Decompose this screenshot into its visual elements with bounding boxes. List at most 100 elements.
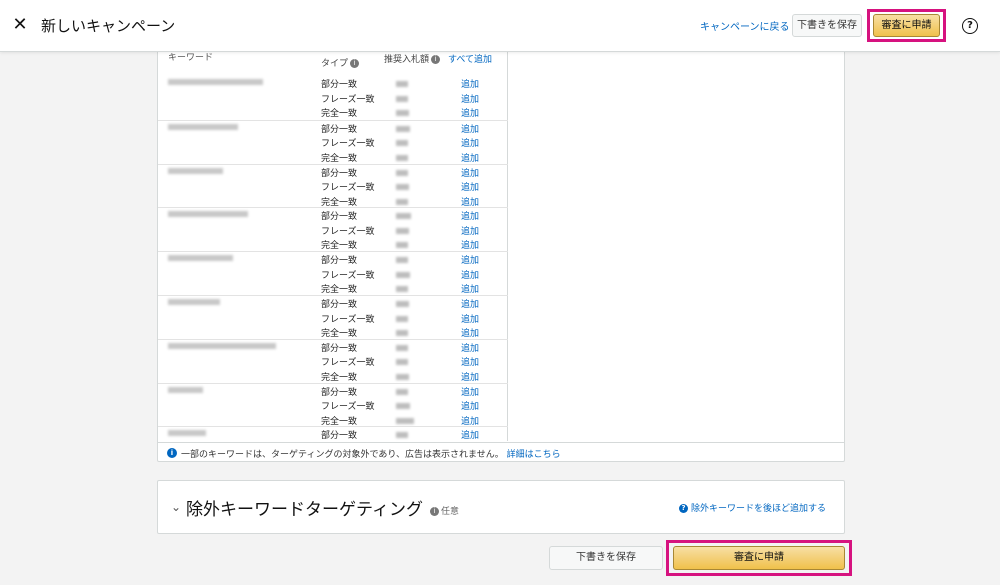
notice-bar: i 一部のキーワードは、ターゲティングの対象外であり、広告は表示されません。 詳… [158,442,844,462]
suggested-bid-blurred [396,286,408,293]
add-later-text[interactable]: 除外キーワードを後ほど追加する [691,504,826,514]
keyword-panel: キーワード タイプ i 推奨入札額 i すべて追加 部分一致 追加 フレーズ一致 追加 完全… [157,30,845,462]
add-keyword-link[interactable]: 追加 [461,385,479,398]
keyword-text-blurred [168,255,233,262]
suggested-bid-blurred [396,301,409,307]
add-keyword-link[interactable]: 追加 [461,209,479,222]
add-keyword-link[interactable]: 追加 [461,122,479,135]
add-keyword-link[interactable]: 追加 [461,355,479,368]
add-negative-later-link[interactable]: ? 除外キーワードを後ほど追加する [679,501,826,514]
add-keyword-link[interactable]: 追加 [461,166,479,179]
match-type: 完全一致 [321,197,358,208]
info-icon[interactable]: i [431,55,441,64]
suggested-bid-blurred [396,388,408,395]
keyword-group: 部分一致 追加 フレーズ一致 追加 完全一致 追加 [158,119,508,164]
submit-review-button-bottom[interactable]: 審査に申請 [673,546,845,570]
add-keyword-link[interactable]: 追加 [461,399,479,412]
info-icon[interactable]: i [430,507,439,516]
suggested-bid-blurred [396,403,410,410]
match-type: 完全一致 [321,329,358,339]
negative-keyword-panel: ⌄ 除外キーワードターゲティング i 任意 ? 除外キーワードを後ほど追加する [157,480,845,534]
help-icon[interactable]: ? [962,18,978,34]
add-keyword-link[interactable]: 追加 [461,77,479,90]
back-to-campaigns-link[interactable]: キャンペーンに戻る [700,18,790,33]
match-type: 完全一致 [321,285,358,296]
info-icon[interactable]: i [350,59,360,68]
suggested-bid-blurred [396,257,408,264]
optional-label: i 任意 [428,504,459,517]
negative-targeting-title[interactable]: 除外キーワードターゲティング [186,495,423,520]
suggested-bid-blurred [396,271,410,278]
type-header-label: タイプ [321,59,349,69]
keyword-group: 部分一致 追加 フレーズ一致 追加 完全一致 追加 [158,163,508,208]
suggested-bid-blurred [396,140,408,147]
suggested-bid-blurred [396,81,408,87]
match-type: 完全一致 [321,241,358,252]
keyword-text-blurred [168,79,263,85]
suggested-bid-blurred [396,373,409,380]
add-keyword-link[interactable]: 追加 [461,151,479,164]
add-keyword-link[interactable]: 追加 [461,268,479,281]
top-header: ✕ 新しいキャンペーン キャンペーンに戻る 下書きを保存 審査に申請 ? [0,0,1000,52]
optional-text: 任意 [441,507,460,517]
save-draft-button-top[interactable]: 下書きを保存 [792,14,862,37]
add-keyword-link[interactable]: 追加 [461,92,479,105]
add-keyword-link[interactable]: 追加 [461,326,479,339]
suggested-bid-blurred [396,184,409,191]
match-type: 部分一致 [321,80,358,90]
suggested-bid-blurred [396,198,408,205]
match-type: 部分一致 [321,212,358,223]
submit-review-button-top[interactable]: 審査に申請 [873,14,940,37]
close-icon[interactable]: ✕ [11,14,29,36]
add-keyword-link[interactable]: 追加 [461,106,479,119]
suggested-bid-blurred [396,359,408,366]
add-keyword-link[interactable]: 追加 [461,238,479,251]
add-keyword-link[interactable]: 追加 [461,297,479,310]
column-header-type: タイプ i [321,56,360,69]
add-keyword-link[interactable]: 追加 [461,224,479,237]
keyword-text-blurred [168,386,203,393]
match-type: 部分一致 [321,168,358,179]
match-type: フレーズ一致 [321,94,375,105]
add-all-link[interactable]: すべて追加 [448,52,492,65]
question-icon: ? [679,504,688,513]
suggested-bid-blurred [396,125,410,132]
add-keyword-link[interactable]: 追加 [461,370,479,383]
learn-more-link[interactable]: 詳細はこちら [507,450,561,460]
match-type: 完全一致 [321,372,358,383]
match-type: 部分一致 [321,343,358,354]
add-keyword-link[interactable]: 追加 [461,282,479,295]
match-type: フレーズ一致 [321,402,375,413]
bid-header-label: 推奨入札額 [384,55,430,65]
keyword-text-blurred [168,342,276,349]
suggested-bid-blurred [396,432,408,439]
add-keyword-link[interactable]: 追加 [461,312,479,325]
suggested-bid-blurred [396,344,408,351]
notice-text: 一部のキーワードは、ターゲティングの対象外であり、広告は表示されません。 詳細は… [181,447,561,460]
keyword-group: 部分一致 追加 フレーズ一致 追加 完全一致 追加 [158,338,508,383]
add-keyword-link[interactable]: 追加 [461,428,479,441]
suggested-bid-blurred [396,330,408,336]
match-type: フレーズ一致 [321,358,375,369]
chevron-down-icon[interactable]: ⌄ [171,500,181,514]
add-keyword-link[interactable]: 追加 [461,136,479,149]
add-keyword-link[interactable]: 追加 [461,414,479,427]
add-keyword-link[interactable]: 追加 [461,341,479,354]
keyword-text-blurred [168,167,223,174]
match-type: 完全一致 [321,109,358,119]
suggested-bid-blurred [396,110,409,116]
match-type: 部分一致 [321,256,358,267]
add-keyword-link[interactable]: 追加 [461,253,479,266]
save-draft-button-bottom[interactable]: 下書きを保存 [549,546,663,570]
keyword-text-blurred [168,430,206,437]
column-header-bid: 推奨入札額 i [384,52,441,65]
match-type: 部分一致 [321,300,358,310]
page-title: 新しいキャンペーン [41,17,176,35]
keyword-group: 部分一致 追加 フレーズ一致 追加 完全一致 追加 [158,295,508,339]
match-type: フレーズ一致 [321,183,375,194]
keyword-text-blurred [168,123,238,130]
info-icon: i [167,448,177,458]
add-keyword-link[interactable]: 追加 [461,195,479,208]
suggested-bid-blurred [396,417,414,424]
add-keyword-link[interactable]: 追加 [461,180,479,193]
